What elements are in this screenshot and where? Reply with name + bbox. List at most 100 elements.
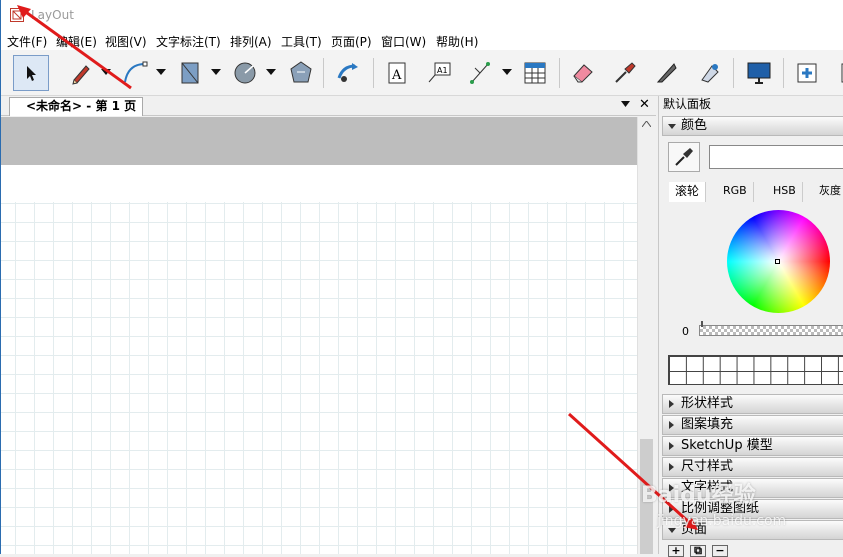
document-tab[interactable]: <未命名> - 第 1 页 (9, 97, 144, 116)
menu-arrange[interactable]: 排列(A) (230, 33, 272, 50)
expanded-triangle-icon (668, 124, 676, 129)
color-picker-handle[interactable] (775, 259, 780, 264)
tab-rgb[interactable]: RGB (717, 182, 754, 202)
toolbar-separator (559, 58, 560, 88)
previous-page-button[interactable] (829, 55, 843, 91)
pencil-icon (72, 65, 90, 85)
arc-tool-dropdown-icon[interactable] (155, 66, 167, 78)
tab-grayscale[interactable]: 灰度 (813, 182, 843, 202)
tab-color-wheel[interactable]: 滚轮 (669, 182, 707, 202)
table-icon (524, 62, 546, 84)
arrow-cursor-icon (27, 66, 36, 81)
current-color-swatch[interactable] (709, 145, 843, 169)
join-tool-button[interactable] (691, 55, 727, 91)
section-dimension-style[interactable]: 尺寸样式 (662, 457, 843, 477)
page-grid (1, 202, 637, 554)
rectangle-icon (181, 62, 199, 84)
document-tab-label: <未命名> - 第 1 页 (26, 99, 137, 113)
opacity-slider[interactable] (699, 325, 843, 336)
delete-page-button[interactable]: − (712, 545, 728, 557)
arc-tool-button[interactable] (117, 55, 153, 91)
collapsed-triangle-icon (669, 400, 674, 408)
section-shape-style[interactable]: 形状样式 (662, 394, 843, 414)
eraser-tool-button[interactable] (565, 55, 601, 91)
section-label: SketchUp 模型 (681, 438, 773, 453)
line-tool-button[interactable] (63, 55, 99, 91)
collapsed-triangle-icon (669, 463, 674, 471)
collapsed-triangle-icon (669, 442, 674, 450)
canvas-margin (1, 117, 637, 165)
circle-tool-dropdown-icon[interactable] (265, 66, 277, 78)
text-tool-button[interactable]: A (379, 55, 415, 91)
rectangle-tool-dropdown-icon[interactable] (210, 66, 222, 78)
dimension-tool-button[interactable] (463, 55, 499, 91)
tab-hsb[interactable]: HSB (767, 182, 803, 202)
opacity-value: 0 (682, 325, 689, 338)
join-icon (701, 64, 719, 83)
dimension-icon (470, 62, 490, 84)
previous-page-icon (841, 63, 843, 83)
watermark-logo: Baidu经验 (641, 483, 756, 508)
window-title: LayOut (31, 8, 74, 22)
offset-icon (337, 63, 358, 82)
menu-file[interactable]: 文件(F) (7, 33, 47, 50)
menu-help[interactable]: 帮助(H) (436, 33, 478, 50)
split-tool-button[interactable] (649, 55, 685, 91)
text-icon: A (388, 62, 406, 84)
duplicate-page-button[interactable]: ⧉ (690, 545, 706, 557)
section-label: 尺寸样式 (681, 459, 734, 474)
panel-title: 默认面板 (663, 97, 712, 111)
scroll-up-icon[interactable] (642, 121, 651, 127)
section-pattern-fill[interactable]: 图案填充 (662, 415, 843, 435)
label-icon: A1 (428, 62, 451, 83)
color-eyedropper-button[interactable] (668, 142, 700, 172)
label-tool-button[interactable]: A1 (421, 55, 457, 91)
opacity-slider-handle[interactable] (701, 321, 703, 327)
toolbar-separator (373, 58, 374, 88)
menu-tools[interactable]: 工具(T) (281, 33, 322, 50)
tab-list-dropdown-icon[interactable] (621, 101, 630, 107)
dimension-tool-dropdown-icon[interactable] (501, 66, 513, 78)
select-tool-button[interactable] (13, 55, 49, 91)
polygon-tool-button[interactable] (283, 55, 319, 91)
eyedropper-icon (675, 148, 693, 166)
title-bar: LayOut (1, 0, 843, 30)
collapsed-triangle-icon (669, 421, 674, 429)
presentation-button[interactable] (741, 55, 777, 91)
svg-text:A1: A1 (437, 66, 448, 75)
color-wheel[interactable] (727, 210, 830, 313)
menu-edit[interactable]: 编辑(E) (56, 33, 97, 50)
main-toolbar: A A1 (1, 50, 843, 96)
menu-text-annotation[interactable]: 文字标注(T) (156, 33, 221, 50)
menu-pages[interactable]: 页面(P) (331, 33, 372, 50)
circle-tool-button[interactable] (227, 55, 263, 91)
color-mode-tabs: 滚轮 RGB HSB 灰度 (669, 182, 843, 202)
section-colors[interactable]: 颜色 (662, 116, 843, 136)
line-tool-dropdown-icon[interactable] (100, 66, 112, 78)
offset-tool-button[interactable] (330, 55, 366, 91)
section-label: 图案填充 (681, 417, 734, 432)
table-tool-button[interactable] (517, 55, 553, 91)
add-page-small-button[interactable]: + (668, 545, 684, 557)
svg-text:A: A (391, 68, 402, 83)
rectangle-tool-button[interactable] (172, 55, 208, 91)
circle-icon (234, 62, 256, 84)
section-label: 形状样式 (681, 396, 734, 411)
menu-bar: 文件(F) 编辑(E) 视图(V) 文字标注(T) 排列(A) 工具(T) 页面… (1, 30, 843, 50)
section-colors-label: 颜色 (681, 118, 708, 133)
eyedropper-icon (615, 62, 636, 83)
arc-icon (124, 61, 148, 83)
style-tool-button[interactable] (607, 55, 643, 91)
drawing-canvas[interactable] (1, 117, 637, 554)
color-swatch-palette[interactable] (668, 355, 843, 385)
toolbar-separator (323, 58, 324, 88)
section-sketchup-model[interactable]: SketchUp 模型 (662, 436, 843, 456)
add-page-icon (797, 63, 817, 83)
menu-window[interactable]: 窗口(W) (381, 33, 426, 50)
menu-view[interactable]: 视图(V) (105, 33, 147, 50)
toolbar-separator (733, 58, 734, 88)
add-page-button[interactable] (789, 55, 825, 91)
layout-window: LayOut 文件(F) 编辑(E) 视图(V) 文字标注(T) 排列(A) 工… (0, 0, 843, 557)
knife-icon (656, 63, 677, 83)
close-document-tab-icon[interactable]: ✕ (639, 97, 650, 112)
